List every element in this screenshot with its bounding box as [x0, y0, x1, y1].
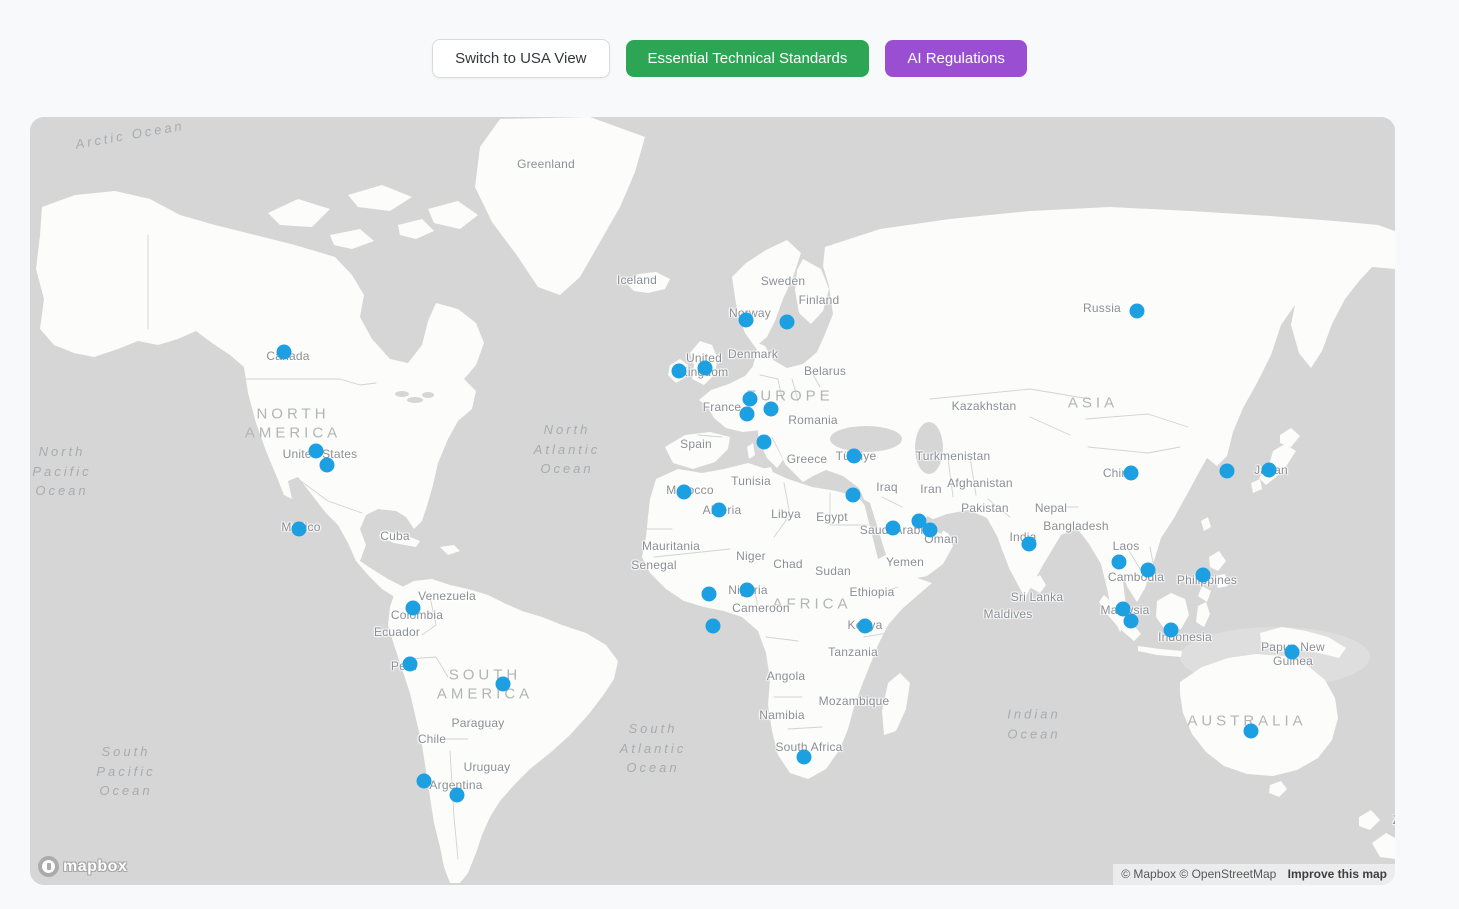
marker-italy[interactable] [757, 435, 772, 450]
marker-russia[interactable] [1130, 304, 1145, 319]
marker-saudi-arabia[interactable] [886, 521, 901, 536]
improve-map-link[interactable]: Improve this map [1288, 867, 1387, 881]
marker-usa-west[interactable] [309, 444, 324, 459]
marker-argentina[interactable] [450, 788, 465, 803]
marker-ghana[interactable] [702, 587, 717, 602]
marker-chile[interactable] [417, 774, 432, 789]
marker-israel[interactable] [846, 488, 861, 503]
map-attribution: © Mapbox © OpenStreetMap Improve this ma… [1113, 864, 1395, 885]
marker-sao-tome[interactable] [706, 619, 721, 634]
toolbar: Switch to USA View Essential Technical S… [0, 0, 1459, 86]
world-map[interactable]: Arctic OceanNorth Pacific OceanNorth Atl… [30, 117, 1395, 885]
ai-regulations-button[interactable]: AI Regulations [885, 40, 1027, 77]
marker-singapore[interactable] [1124, 614, 1139, 629]
marker-vietnam[interactable] [1141, 563, 1156, 578]
marker-indonesia[interactable] [1164, 623, 1179, 638]
marker-australia[interactable] [1244, 724, 1259, 739]
mapbox-attribution-link[interactable]: © Mapbox [1121, 867, 1176, 881]
marker-mexico[interactable] [292, 522, 307, 537]
marker-united-kingdom[interactable] [698, 361, 713, 376]
marker-turkiye[interactable] [847, 449, 862, 464]
marker-norway[interactable] [739, 313, 754, 328]
marker-peru[interactable] [403, 657, 418, 672]
marker-canada[interactable] [277, 345, 292, 360]
marker-usa-east[interactable] [320, 458, 335, 473]
marker-nigeria[interactable] [740, 583, 755, 598]
marker-papua-new-guinea[interactable] [1285, 645, 1300, 660]
marker-south-africa[interactable] [797, 750, 812, 765]
marker-uae[interactable] [923, 523, 938, 538]
marker-thailand[interactable] [1112, 555, 1127, 570]
marker-india[interactable] [1022, 537, 1037, 552]
marker-austria[interactable] [764, 402, 779, 417]
marker-kenya[interactable] [858, 619, 873, 634]
mapbox-logo-text: mapbox [63, 858, 127, 876]
osm-attribution-link[interactable]: © OpenStreetMap [1179, 867, 1276, 881]
marker-brazil[interactable] [496, 677, 511, 692]
marker-japan[interactable] [1262, 463, 1277, 478]
mapbox-logo-icon [38, 856, 59, 877]
marker-colombia[interactable] [406, 601, 421, 616]
marker-south-korea[interactable] [1220, 464, 1235, 479]
marker-switzerland[interactable] [740, 407, 755, 422]
switch-usa-view-button[interactable]: Switch to USA View [432, 39, 609, 78]
marker-algeria[interactable] [712, 503, 727, 518]
marker-philippines[interactable] [1196, 568, 1211, 583]
marker-morocco[interactable] [677, 485, 692, 500]
marker-ireland[interactable] [672, 364, 687, 379]
marker-china[interactable] [1124, 466, 1139, 481]
marker-netherlands[interactable] [743, 392, 758, 407]
mapbox-logo[interactable]: mapbox [38, 856, 127, 877]
essential-technical-standards-button[interactable]: Essential Technical Standards [626, 40, 870, 77]
map-marker-layer [30, 117, 1395, 885]
marker-sweden[interactable] [780, 315, 795, 330]
